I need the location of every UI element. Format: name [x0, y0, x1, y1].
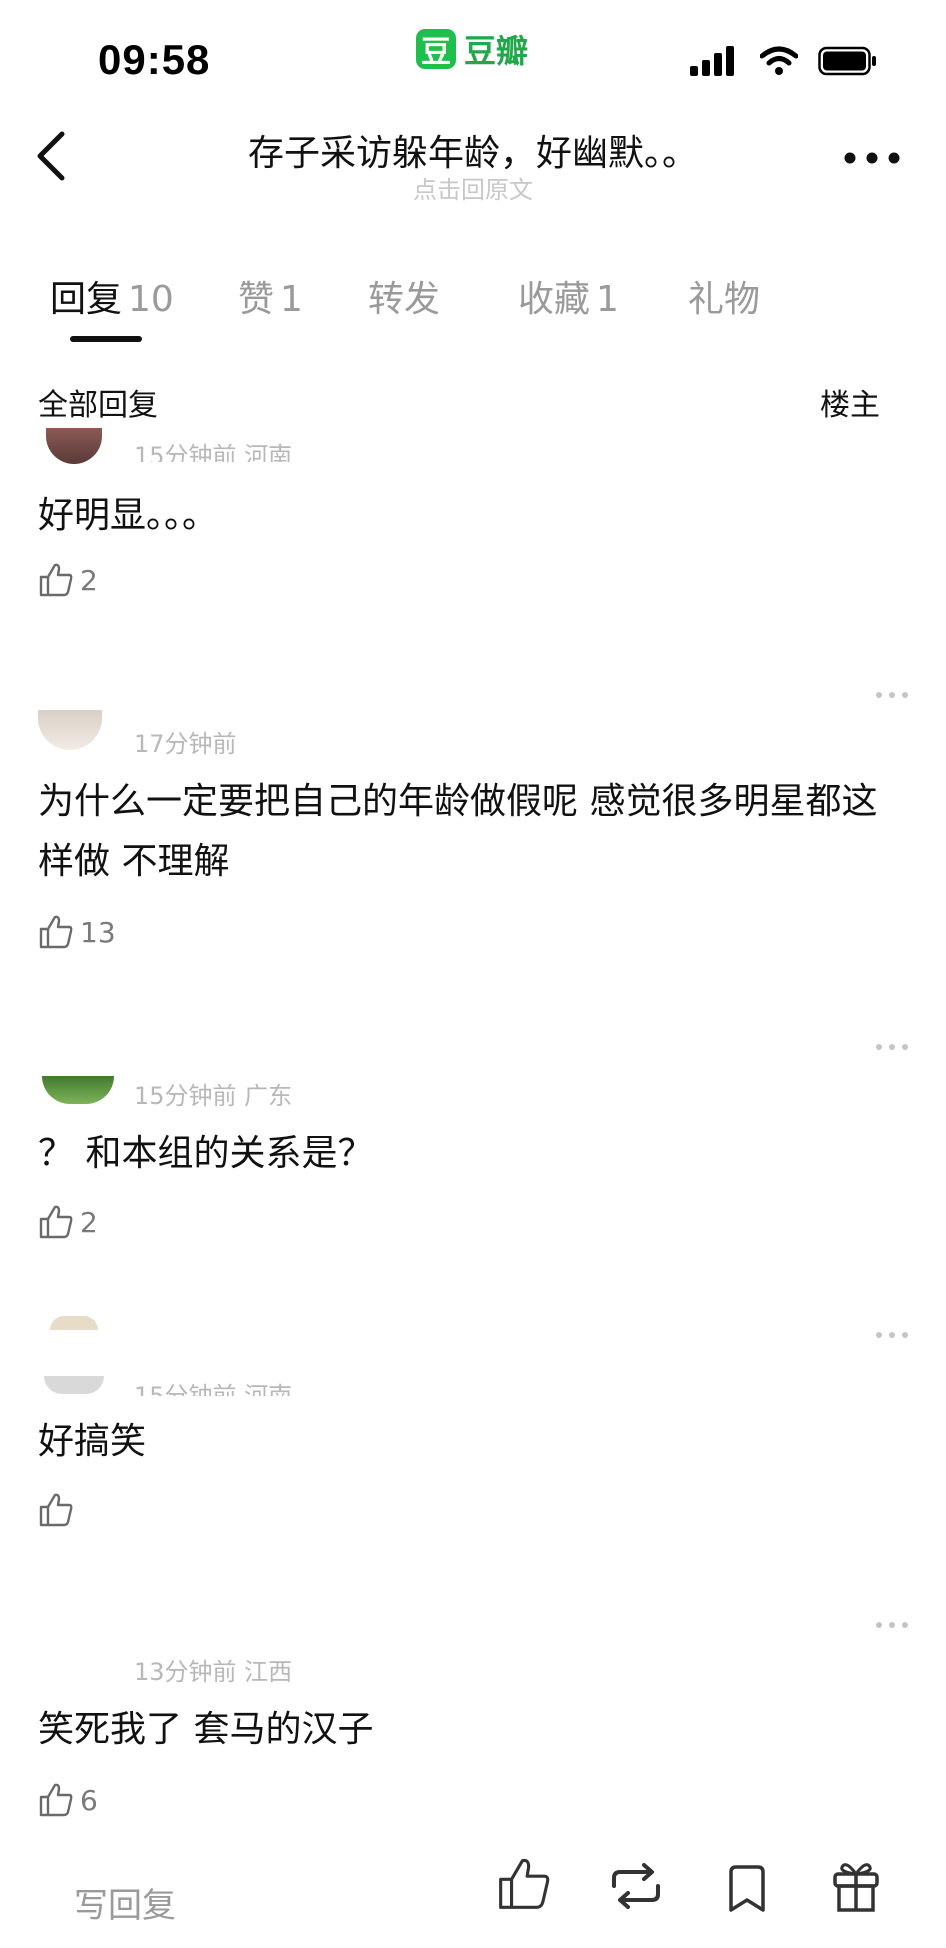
avatar[interactable]	[46, 428, 102, 464]
like-count: 6	[80, 1783, 98, 1817]
comment-text: 笑死我了 套马的汉子	[38, 1709, 374, 1750]
repost-icon[interactable]	[608, 1862, 664, 1910]
tab-gifts[interactable]: 礼物	[688, 270, 760, 322]
back-icon[interactable]	[32, 128, 72, 184]
tab-reposts[interactable]: 转发	[368, 270, 440, 322]
comment-more-icon[interactable]	[876, 1332, 908, 1338]
write-reply-input[interactable]: 写回复	[74, 1878, 176, 1927]
tab-count: 10	[128, 279, 174, 320]
comment-meta: 17分钟前	[134, 730, 237, 758]
tab-label: 赞	[238, 279, 275, 320]
tab-label: 回复	[50, 279, 123, 320]
thumb-up-icon	[39, 915, 73, 949]
status-icons	[690, 46, 878, 76]
status-time: 09:58	[98, 36, 211, 83]
thumb-up-icon	[39, 563, 73, 597]
tab-likes[interactable]: 赞1	[238, 270, 303, 322]
like-count: 13	[80, 915, 116, 949]
tab-label: 礼物	[688, 279, 761, 320]
avatar[interactable]	[44, 1376, 104, 1394]
op-only-filter[interactable]: 楼主	[820, 380, 880, 424]
douban-logo-icon: 豆	[416, 29, 456, 70]
more-icon[interactable]	[844, 152, 900, 164]
tab-label: 转发	[368, 279, 441, 320]
tab-count: 1	[596, 279, 619, 320]
like-button[interactable]: 2	[38, 562, 98, 598]
like-button[interactable]: 6	[38, 1782, 98, 1818]
comment-meta: 15分钟前 河南	[134, 1382, 293, 1396]
app-badge: 豆 豆瓣	[416, 26, 528, 72]
signal-icon	[690, 46, 734, 76]
page-title: 存子采访躲年龄，好幽默。。	[247, 133, 698, 174]
battery-icon	[818, 46, 876, 76]
thumb-up-icon	[39, 1783, 73, 1817]
like-count: 2	[80, 1205, 98, 1239]
wifi-icon	[760, 46, 798, 75]
comment-meta: 15分钟前 河南	[134, 442, 293, 462]
back-to-original-link[interactable]: 点击回原文	[180, 170, 766, 205]
avatar[interactable]	[42, 1076, 114, 1104]
comment-more-icon[interactable]	[876, 1044, 908, 1050]
comment-meta: 13分钟前 江西	[134, 1658, 293, 1686]
all-replies-label: 全部回复	[38, 388, 158, 423]
gift-icon[interactable]	[832, 1858, 880, 1912]
comment-text: 为什么一定要把自己的年龄做假呢 感觉很多明星都这样做 不理解	[38, 781, 878, 882]
comment-text: 好搞笑	[38, 1421, 147, 1462]
avatar[interactable]	[50, 1316, 98, 1330]
tab-label: 收藏	[518, 279, 591, 320]
tab-replies[interactable]: 回复 10	[50, 270, 174, 322]
bookmark-icon[interactable]	[728, 1864, 766, 1914]
tab-count: 1	[280, 279, 303, 320]
tab-collections[interactable]: 收藏 1	[518, 270, 619, 322]
comment-text: 好明显。。。	[38, 495, 219, 536]
thumb-up-icon	[39, 1493, 73, 1527]
like-button[interactable]: 2	[38, 1204, 98, 1240]
like-button[interactable]: 13	[38, 914, 116, 950]
like-count: 2	[80, 563, 98, 597]
like-button[interactable]	[38, 1492, 80, 1528]
comment-text: ？ 和本组的关系是？	[38, 1133, 374, 1174]
thumb-up-icon[interactable]	[496, 1856, 552, 1912]
app-name: 豆瓣	[464, 32, 529, 70]
thumb-up-icon	[39, 1205, 73, 1239]
comment-more-icon[interactable]	[876, 1622, 908, 1628]
active-tab-indicator	[70, 336, 142, 342]
comment-meta: 15分钟前 广东	[134, 1082, 293, 1110]
avatar[interactable]	[38, 710, 102, 750]
comment-more-icon[interactable]	[876, 692, 908, 698]
